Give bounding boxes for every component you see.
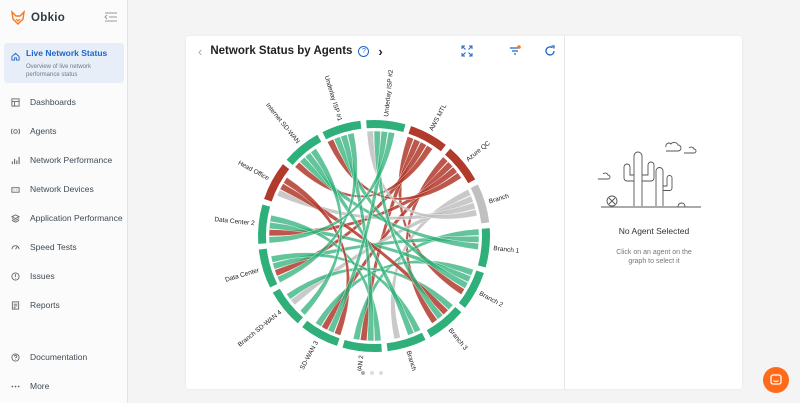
brand[interactable]: Obkio [10, 9, 65, 27]
agent-arc[interactable] [366, 120, 406, 133]
previous-view-button[interactable]: ‹ [198, 44, 202, 59]
help-icon[interactable]: ? [358, 45, 370, 57]
sidebar-item-reports[interactable]: Reports [4, 297, 124, 313]
next-view-button[interactable]: › [378, 44, 382, 59]
brand-name: Obkio [31, 12, 66, 24]
agent-label[interactable]: Underlay ISP #1 [323, 75, 343, 123]
fox-logo-icon [11, 10, 25, 25]
agents-chord-diagram[interactable]: AWS MTL Azure QC Branch Branch 1 Branch 2 Bra… [186, 66, 564, 371]
dashboard-icon [11, 97, 25, 107]
no-agent-selected-title: No Agent Selected [618, 226, 690, 236]
agent-label[interactable]: Underlay ISP #2 [383, 69, 395, 117]
sidebar-item-label: Application Performance [30, 213, 123, 223]
gauge-icon [11, 243, 25, 252]
sidebar-item-application-performance[interactable]: Application Performance [4, 210, 124, 226]
agent-label[interactable]: Azure QC [465, 140, 492, 164]
chat-support-button[interactable] [763, 367, 789, 393]
panel-divider [564, 36, 565, 389]
sidebar-item-issues[interactable]: Issues [4, 268, 124, 284]
agent-label[interactable]: AWS MTL [428, 103, 448, 132]
agent-arc[interactable] [386, 332, 426, 352]
desert-cactus-illustration [598, 141, 701, 208]
panel-title: Network Status by Agents [210, 45, 353, 57]
collapse-sidebar-icon[interactable] [104, 11, 118, 23]
agent-label[interactable]: Head Office [237, 160, 271, 183]
agent-label[interactable]: Branch [488, 193, 510, 206]
page-dot[interactable] [379, 371, 383, 375]
agent-label[interactable]: Branch 1 [493, 245, 520, 255]
agent-label[interactable]: Branch SD-WAN 3 [288, 340, 320, 371]
agent-arc[interactable] [477, 228, 490, 268]
sidebar-item-label: Speed Tests [30, 242, 77, 252]
layers-icon [11, 213, 25, 223]
sidebar-item-label: Dashboards [30, 97, 76, 107]
report-icon [11, 300, 25, 310]
sidebar-item-live-network-status[interactable]: Live Network Status Overview of live net… [4, 43, 124, 83]
sidebar-item-network-devices[interactable]: Network Devices [4, 181, 124, 197]
sidebar-item-label: Agents [30, 126, 57, 136]
agent-arc[interactable] [342, 339, 382, 352]
sidebar-item-label: Issues [30, 271, 55, 281]
agent-label[interactable]: Branch 2 [478, 290, 505, 309]
network-status-panel: ‹ Network Status by Agents ? › AWS MTL Az… [186, 36, 742, 389]
filter-icon[interactable] [509, 45, 521, 57]
device-icon [11, 185, 25, 194]
sidebar: Obkio Live Network Status Overview of li… [0, 0, 128, 403]
agents-icon [11, 127, 25, 136]
sidebar-item-label: Network Devices [30, 184, 94, 194]
sidebar-item-documentation[interactable]: Documentation [4, 349, 124, 365]
panel-header: ‹ Network Status by Agents ? › [198, 43, 383, 59]
sidebar-item-label: More [30, 381, 50, 391]
agent-label[interactable]: Branch SD-WAN 4 [237, 309, 284, 349]
home-icon [11, 48, 20, 66]
sidebar-item-more[interactable]: More [4, 378, 124, 394]
refresh-icon[interactable] [544, 45, 556, 57]
sidebar-item-network-performance[interactable]: Network Performance [4, 152, 124, 168]
no-agent-selected-hint: Click on an agent on the graph to select… [566, 248, 742, 266]
expand-icon[interactable] [461, 45, 473, 57]
more-icon [11, 382, 25, 391]
bar-chart-icon [11, 156, 25, 165]
sidebar-item-label: Documentation [30, 352, 88, 362]
page-dot[interactable] [361, 371, 365, 375]
sidebar-item-description: Overview of live network performance sta… [26, 64, 92, 78]
pagination-dots[interactable] [361, 371, 383, 375]
sidebar-item-label: Reports [30, 300, 60, 310]
agent-label[interactable]: Branch SD-WAN 2 [353, 355, 366, 371]
agent-label[interactable]: Data Center 2 [214, 216, 255, 227]
alert-icon [11, 271, 25, 281]
chat-icon [770, 374, 782, 385]
agent-label[interactable]: Branch 3 [447, 327, 469, 352]
agent-arc[interactable] [258, 204, 271, 244]
hint-line: graph to select it [628, 258, 680, 265]
sidebar-item-agents[interactable]: Agents [4, 123, 124, 139]
agent-label[interactable]: Branch SD-WAN 1 [405, 350, 427, 371]
page-dot[interactable] [370, 371, 374, 375]
question-icon [11, 352, 25, 362]
sidebar-item-dashboards[interactable]: Dashboards [4, 94, 124, 110]
sidebar-item-label: Live Network Status [26, 48, 108, 58]
hint-line: Click on an agent on the [616, 249, 692, 256]
sidebar-item-speed-tests[interactable]: Speed Tests [4, 239, 124, 255]
sidebar-item-label: Network Performance [30, 155, 113, 165]
agent-label[interactable]: Internet SD-WAN [264, 102, 301, 145]
agent-label[interactable]: Data Center [224, 267, 260, 284]
